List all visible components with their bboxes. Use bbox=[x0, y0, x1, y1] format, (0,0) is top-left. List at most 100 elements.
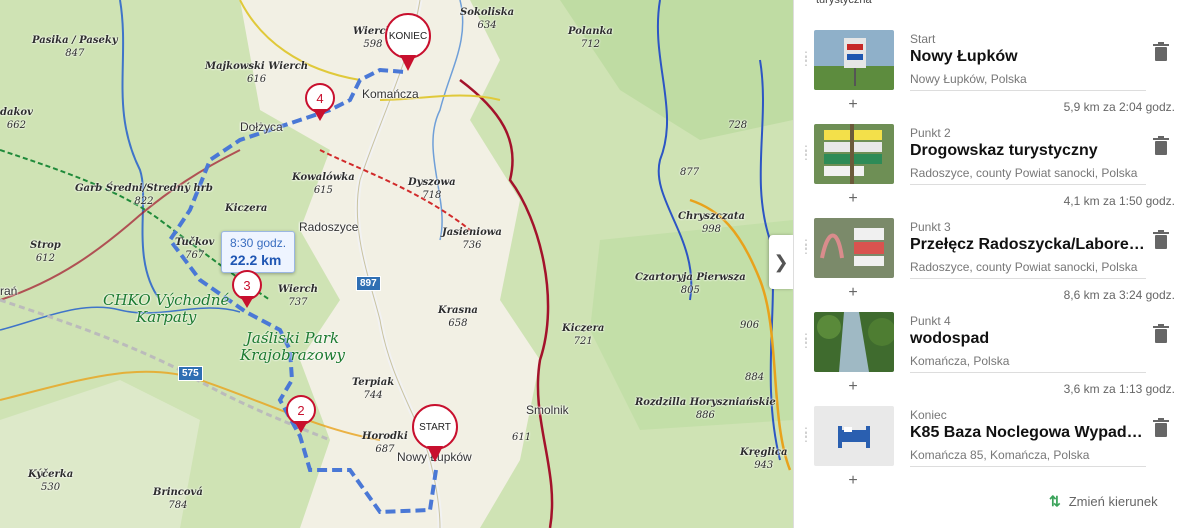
pin-tip bbox=[294, 421, 308, 433]
waypoint-kind: Koniec bbox=[910, 408, 947, 422]
peak-elevation: 822 bbox=[134, 196, 154, 207]
trash-icon[interactable] bbox=[1152, 42, 1170, 62]
pin-tip bbox=[240, 296, 254, 308]
segment-distance: 4,1 km za 1:50 godz. bbox=[1063, 194, 1175, 208]
route-waypoint-item[interactable]: ⋮⋮ ⋮⋮ Start Nowy Łupków Nowy Łupków, Polska bbox=[794, 30, 1183, 102]
peak-elevation: 744 bbox=[363, 390, 383, 401]
peak-label: 611 bbox=[512, 430, 531, 443]
route-waypoint-item[interactable]: ⋮⋮ ⋮⋮ Koniec K85 Baza Noclegowa Wypadowa Kom… bbox=[794, 406, 1183, 478]
panel-top-text: turystyczna bbox=[816, 0, 872, 6]
route-panel: turystyczna ⋮⋮ ⋮⋮ Start Nowy Łupków Nowy Łup… bbox=[793, 0, 1183, 528]
start-marker[interactable]: START bbox=[412, 404, 458, 466]
peak-name: Chryszczata bbox=[678, 211, 745, 222]
peak-label: 877 bbox=[680, 165, 699, 178]
peak-name: Tučkov bbox=[175, 237, 215, 248]
peak-elevation: 612 bbox=[35, 253, 55, 264]
waypoint-kind: Punkt 2 bbox=[910, 126, 951, 140]
peak-elevation: 658 bbox=[448, 318, 468, 329]
drag-handle-icon[interactable]: ⋮⋮ ⋮⋮ bbox=[800, 50, 823, 68]
peak-label: Kiczera 721 bbox=[562, 324, 604, 347]
add-waypoint-button[interactable]: + bbox=[844, 190, 862, 208]
peak-label: 906 bbox=[740, 318, 759, 331]
peak-name: Kiczera bbox=[225, 203, 268, 214]
peak-elevation: 611 bbox=[512, 432, 532, 443]
peak-label: Brincová 784 bbox=[153, 488, 203, 511]
waypoint-marker[interactable]: 4 bbox=[305, 83, 335, 123]
peak-elevation: 805 bbox=[680, 285, 700, 296]
peak-name: Sokoliska bbox=[460, 7, 515, 18]
peak-elevation: 736 bbox=[462, 240, 482, 251]
drag-handle-icon[interactable]: ⋮⋮ ⋮⋮ bbox=[800, 144, 823, 162]
chevron-right-icon: ❯ bbox=[773, 251, 789, 272]
peak-name: dakov bbox=[0, 107, 33, 118]
peak-label: Terpiak 744 bbox=[352, 378, 394, 401]
waypoint-address: Komańcza, Polska bbox=[910, 354, 1146, 373]
waypoint-address: Radoszyce, county Powiat sanocki, Polska bbox=[910, 260, 1146, 279]
add-waypoint-button[interactable]: + bbox=[844, 378, 862, 396]
peak-elevation: 884 bbox=[745, 372, 765, 383]
peak-name: Dyszowa bbox=[408, 177, 456, 188]
waypoint-name[interactable]: Nowy Łupków bbox=[910, 48, 1146, 66]
trash-icon[interactable] bbox=[1152, 230, 1170, 250]
waypoint-address: Nowy Łupków, Polska bbox=[910, 72, 1146, 91]
peak-name: Horodki bbox=[362, 431, 408, 442]
add-waypoint-button[interactable]: + bbox=[844, 96, 862, 114]
reverse-label: Zmień kierunek bbox=[1068, 494, 1158, 509]
town-label: Smolnik bbox=[526, 403, 569, 417]
trash-icon[interactable] bbox=[1152, 136, 1170, 156]
route-summary-tooltip: 8:30 godz. 22.2 km bbox=[221, 231, 296, 273]
town-label: Komańcza bbox=[362, 87, 419, 101]
protected-area-label: Jaśliski Park Krajobrazowy bbox=[240, 329, 345, 365]
peak-elevation: 877 bbox=[680, 167, 700, 178]
peak-elevation: 998 bbox=[701, 224, 722, 235]
route-waypoint-item[interactable]: ⋮⋮ ⋮⋮ Punkt 3 Przełęcz Radoszycka/Laborecký… bbox=[794, 218, 1183, 290]
town-label: Dołżyca bbox=[240, 120, 283, 134]
drag-handle-icon[interactable]: ⋮⋮ ⋮⋮ bbox=[800, 426, 823, 444]
peak-elevation: 712 bbox=[580, 39, 600, 50]
peak-name: Czartoryja Pierwsza bbox=[635, 272, 746, 283]
waypoint-name[interactable]: Drogowskaz turystyczny bbox=[910, 142, 1146, 160]
add-waypoint-button[interactable]: + bbox=[844, 284, 862, 302]
segment-distance: 5,9 km za 2:04 godz. bbox=[1063, 100, 1175, 114]
waypoint-name[interactable]: wodospad bbox=[910, 330, 1146, 348]
peak-elevation: 737 bbox=[288, 297, 308, 308]
marker-label: START bbox=[412, 404, 458, 450]
peak-name: Kiczera bbox=[562, 323, 605, 334]
peak-label: Rozdzilla Horyszniańskie 886 bbox=[635, 398, 776, 421]
waypoint-name[interactable]: Przełęcz Radoszycka/Laborecký průsmyk bbox=[910, 236, 1146, 254]
waypoint-marker[interactable]: 2 bbox=[286, 395, 316, 435]
signpost-photo bbox=[814, 124, 894, 184]
pass-photo bbox=[814, 218, 894, 278]
drag-handle-icon[interactable]: ⋮⋮ ⋮⋮ bbox=[800, 332, 823, 350]
trash-icon[interactable] bbox=[1152, 324, 1170, 344]
peak-label: Polanka 712 bbox=[568, 27, 613, 50]
peak-elevation: 718 bbox=[422, 190, 442, 201]
map-view[interactable]: Pasika / Paseky 847 Majkowski Wierch 616 Wie… bbox=[0, 0, 793, 528]
peak-elevation: 886 bbox=[695, 410, 715, 421]
peak-elevation: 662 bbox=[6, 120, 26, 131]
route-waypoint-item[interactable]: ⋮⋮ ⋮⋮ Punkt 2 Drogowskaz turystyczny Radoszy… bbox=[794, 124, 1183, 196]
town-label: Radoszyce bbox=[299, 220, 359, 234]
waypoint-kind: Punkt 3 bbox=[910, 220, 951, 234]
peak-label: Pasika / Paseky 847 bbox=[32, 36, 118, 59]
reverse-direction-button[interactable]: ⇅ Zmień kierunek bbox=[1049, 493, 1158, 510]
pin-tip bbox=[400, 55, 416, 71]
add-waypoint-button[interactable]: + bbox=[844, 472, 862, 490]
route-waypoint-item[interactable]: ⋮⋮ ⋮⋮ Punkt 4 wodospad Komańcza, Polska bbox=[794, 312, 1183, 384]
peak-name: Polanka bbox=[568, 26, 613, 37]
peak-name: Terpiak bbox=[352, 377, 395, 388]
peak-elevation: 615 bbox=[313, 185, 333, 196]
collapse-panel-button[interactable]: ❯ bbox=[769, 235, 793, 289]
peak-elevation: 767 bbox=[185, 250, 205, 261]
peak-label: Kiczera bbox=[225, 204, 267, 217]
peak-elevation: 784 bbox=[168, 500, 188, 511]
drag-handle-icon[interactable]: ⋮⋮ ⋮⋮ bbox=[800, 238, 823, 256]
waypoint-name[interactable]: K85 Baza Noclegowa Wypadowa bbox=[910, 424, 1146, 442]
peak-label: Tučkov 767 bbox=[175, 238, 214, 261]
waypoint-marker[interactable]: 3 bbox=[232, 270, 262, 310]
end-marker[interactable]: KONIEC bbox=[385, 13, 431, 75]
peak-name: Brincová bbox=[153, 487, 203, 498]
waypoint-kind: Start bbox=[910, 32, 936, 46]
trash-icon[interactable] bbox=[1152, 418, 1170, 438]
segment-distance: 8,6 km za 3:24 godz. bbox=[1063, 288, 1175, 302]
